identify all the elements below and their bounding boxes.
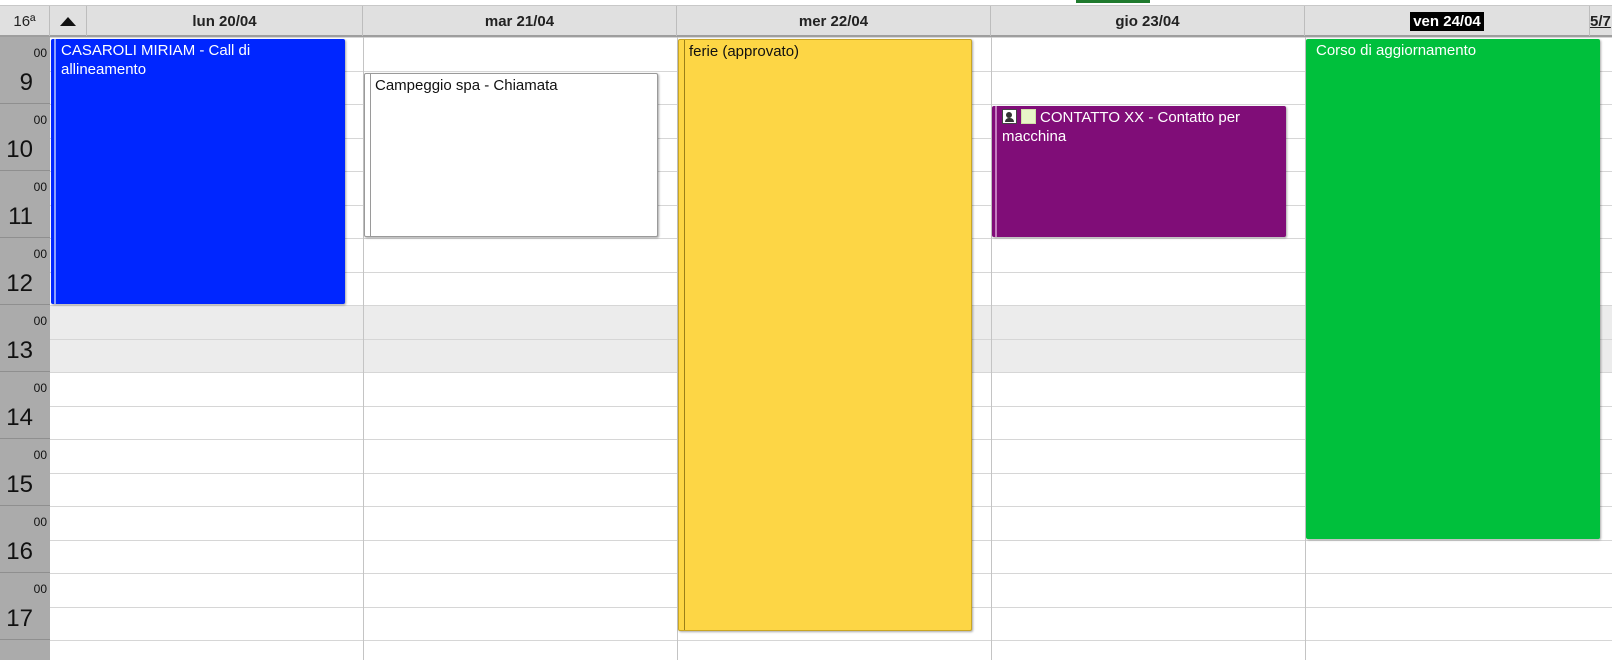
- hour-label: 17 00: [0, 573, 50, 640]
- hour-minutes: 00: [33, 582, 47, 596]
- note-icon: [1021, 109, 1036, 124]
- event-title: CONTATTO XX - Contatto per macchina: [1002, 109, 1241, 145]
- hour-minutes: 00: [33, 46, 47, 60]
- hour-minutes: 00: [33, 180, 47, 194]
- hour-minutes: 00: [33, 381, 47, 395]
- day-header-label: gio 23/04: [1115, 12, 1180, 30]
- event-title: Corso di aggiornamento: [1316, 42, 1477, 59]
- grid-line: [50, 37, 1612, 38]
- day-header-2[interactable]: mer 22/04: [677, 6, 991, 36]
- hour-number: 9: [19, 69, 33, 96]
- event-status-stripe: [684, 40, 685, 630]
- hour-label: 11 00: [0, 171, 50, 238]
- page-indicator[interactable]: 5/7: [1590, 6, 1612, 36]
- hour-number: 16: [6, 538, 33, 565]
- calendar-event[interactable]: ferie (approvato): [678, 39, 972, 631]
- calendar-event[interactable]: CASAROLI MIRIAM - Call di allineamento: [51, 39, 345, 304]
- calendar-grid[interactable]: CASAROLI MIRIAM - Call di allineamento Ca…: [50, 37, 1612, 660]
- hour-label: 14 00: [0, 372, 50, 439]
- scroll-up-button[interactable]: [50, 6, 87, 36]
- grid-line: [50, 640, 1612, 641]
- week-number: 16ª: [0, 6, 50, 36]
- hour-number: 10: [6, 136, 33, 163]
- calendar-event[interactable]: Campeggio spa - Chiamata: [364, 72, 658, 237]
- hour-label: 15 00: [0, 439, 50, 506]
- hour-number: 17: [6, 605, 33, 632]
- hour-number: 11: [8, 203, 33, 230]
- hour-minutes: 00: [33, 247, 47, 261]
- event-status-stripe: [54, 39, 56, 304]
- hour-number: 13: [6, 337, 33, 364]
- hour-label: 12 00: [0, 238, 50, 305]
- calendar-week-view: 16ª 5/7 lun 20/04 mar 21/04 mer 22/04 gio 2…: [0, 0, 1612, 660]
- day-header-label: mar 21/04: [484, 12, 555, 30]
- event-title: CASAROLI MIRIAM - Call di allineamento: [61, 42, 251, 78]
- hour-column: 9 00 10 00 11 00 12 00 13 00 14 00 15 00 16 00 17 00: [0, 37, 50, 660]
- contact-card-icon: [1002, 109, 1017, 124]
- event-status-stripe: [370, 73, 371, 236]
- event-title: ferie (approvato): [689, 43, 800, 60]
- event-status-stripe: [995, 106, 997, 237]
- hour-label: 16 00: [0, 506, 50, 573]
- top-accent-bar: [1076, 0, 1150, 3]
- hour-minutes: 00: [33, 515, 47, 529]
- day-header-label: mer 22/04: [798, 12, 869, 30]
- hour-label: 13 00: [0, 305, 50, 372]
- calendar-event[interactable]: CONTATTO XX - Contatto per macchina: [992, 106, 1286, 237]
- event-status-stripe: [1309, 39, 1311, 539]
- hour-minutes: 00: [33, 314, 47, 328]
- hour-label: 10 00: [0, 104, 50, 171]
- event-title: Campeggio spa - Chiamata: [375, 76, 558, 94]
- calendar-event[interactable]: Corso di aggiornamento: [1306, 39, 1600, 539]
- hour-label: 9 00: [0, 37, 50, 104]
- day-header-1[interactable]: mar 21/04: [363, 6, 677, 36]
- day-header-3[interactable]: gio 23/04: [991, 6, 1305, 36]
- hour-number: 15: [6, 471, 33, 498]
- hour-minutes: 00: [33, 113, 47, 127]
- arrow-up-icon: [60, 16, 76, 26]
- hour-number: 12: [6, 270, 33, 297]
- calendar-header: 16ª 5/7 lun 20/04 mar 21/04 mer 22/04 gio 2…: [0, 5, 1612, 37]
- day-header-4[interactable]: ven 24/04: [1305, 6, 1590, 36]
- hour-minutes: 00: [33, 448, 47, 462]
- hour-number: 14: [6, 404, 33, 431]
- day-header-0[interactable]: lun 20/04: [87, 6, 363, 36]
- day-header-label: lun 20/04: [192, 12, 257, 30]
- day-header-label: ven 24/04: [1410, 11, 1484, 31]
